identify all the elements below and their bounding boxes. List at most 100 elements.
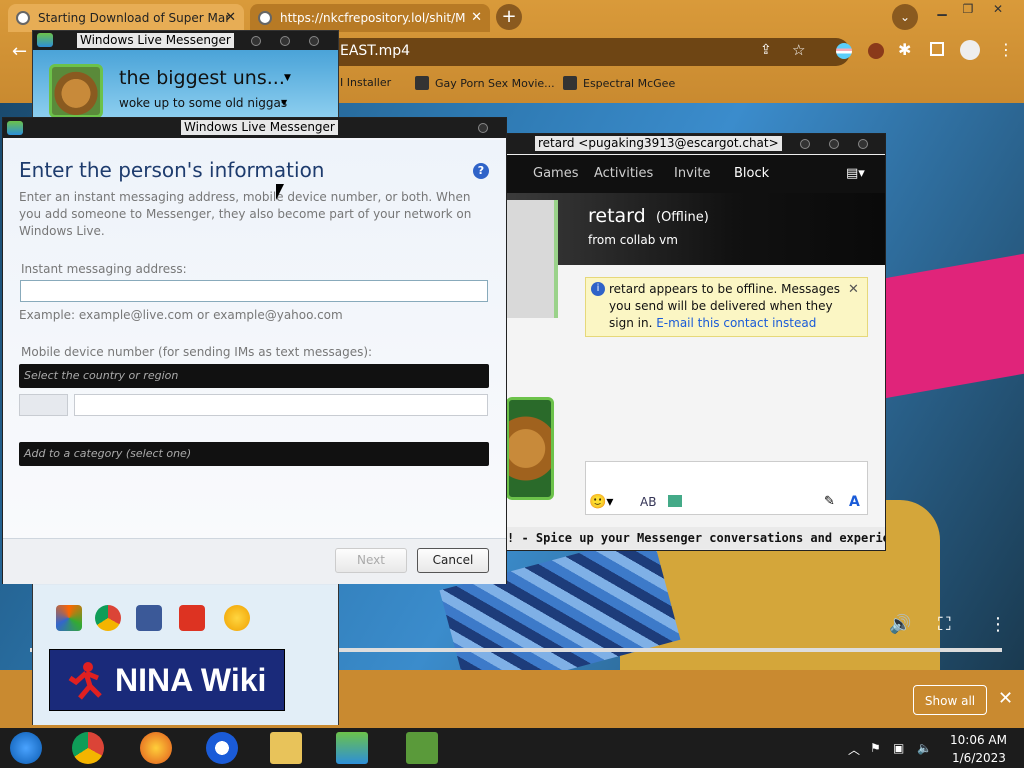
globe-icon	[258, 11, 272, 25]
bookmark-espectral[interactable]: Espectral McGee	[563, 76, 675, 90]
im-address-label: Instant messaging address:	[21, 262, 187, 276]
next-button[interactable]: Next	[335, 548, 407, 573]
display-picture[interactable]	[49, 64, 103, 118]
extensions-icon[interactable]: ✱	[898, 40, 911, 59]
clock-date[interactable]: 1/6/2023	[952, 751, 1006, 765]
offline-notice-text: retard appears to be offline. Messages y…	[609, 281, 859, 332]
status-dropdown-icon[interactable]: ▼	[284, 73, 291, 83]
sun-icon[interactable]	[224, 605, 250, 631]
tab-repository[interactable]: https://nkcfrepository.lol/shit/M ✕	[250, 4, 490, 32]
contact-header	[507, 193, 885, 265]
cancel-button[interactable]: Cancel	[417, 548, 489, 573]
country-code-field[interactable]	[19, 394, 68, 416]
close-icon[interactable]	[858, 139, 868, 149]
country-select-text: Select the country or region	[24, 369, 179, 382]
help-icon[interactable]: ?	[473, 163, 489, 179]
chat-menu-icon[interactable]: ▤▾	[846, 166, 865, 181]
globe-icon	[16, 11, 30, 25]
tab-download[interactable]: Starting Download of Super Mar ✕	[8, 4, 244, 32]
tab-label: https://nkcfrepository.lol/shit/M	[280, 11, 466, 25]
maximize-icon[interactable]	[280, 36, 290, 46]
contact-status: (Offline)	[656, 210, 709, 225]
tab-invite[interactable]: Invite	[674, 166, 710, 181]
close-icon[interactable]	[478, 123, 488, 133]
clock-time[interactable]: 10:06 AM	[950, 733, 1007, 747]
firefox-taskbar-icon[interactable]	[140, 732, 172, 764]
country-select[interactable]: Select the country or region	[19, 364, 489, 388]
close-window-icon[interactable]: ✕	[984, 2, 1012, 18]
messenger-logo-icon	[7, 121, 23, 135]
profile-icon[interactable]	[960, 40, 980, 60]
own-picture[interactable]	[506, 397, 554, 500]
text-format-icon[interactable]: A	[849, 494, 860, 510]
nina-wiki-logo-text: NINA Wiki	[115, 662, 267, 698]
dialog-description: Enter an instant messaging address, mobi…	[19, 190, 472, 238]
extension-avatar-icon[interactable]	[868, 43, 884, 59]
bookmark-installer[interactable]: I Installer	[340, 76, 391, 89]
category-select-text: Add to a category (select one)	[24, 447, 192, 460]
new-tab-button[interactable]: +	[496, 4, 522, 30]
maximize-icon[interactable]	[829, 139, 839, 149]
dialog-heading: Enter the person's information	[19, 158, 325, 182]
speaker-icon[interactable]: 🔈	[917, 741, 932, 755]
display-name[interactable]: the biggest uns...	[119, 67, 285, 89]
minimize-icon[interactable]	[251, 36, 261, 46]
tab-search-icon[interactable]: ⌄	[892, 4, 918, 30]
bookmark-icon	[563, 76, 577, 90]
fullscreen-icon[interactable]: ⛶	[938, 614, 951, 635]
aim-running-man-icon	[68, 662, 102, 700]
volume-icon[interactable]: 🔊	[889, 614, 911, 635]
tab-activities[interactable]: Activities	[594, 166, 653, 181]
video-menu-icon[interactable]: ⋮	[989, 614, 1007, 635]
minimize-icon[interactable]	[800, 139, 810, 149]
chat-window-title: retard <pugaking3913@escargot.chat>	[535, 136, 782, 151]
minimize-icon[interactable]: ▁	[928, 2, 956, 18]
im-address-input[interactable]	[20, 280, 488, 302]
star-icon[interactable]: ☆	[792, 41, 805, 59]
back-icon[interactable]: ←	[12, 41, 27, 62]
app-taskbar-icon[interactable]	[406, 732, 438, 764]
handwriting-icon[interactable]: ✎	[824, 494, 835, 509]
bookmark-movie[interactable]: Gay Porn Sex Movie...	[415, 76, 555, 90]
tab-block[interactable]: Block	[734, 166, 769, 181]
chrome-icon[interactable]	[95, 605, 121, 631]
emoticon-icon[interactable]: 🙂▾	[589, 494, 613, 510]
share-icon[interactable]: ⇪	[760, 42, 772, 58]
close-tab-icon[interactable]: ✕	[225, 10, 236, 25]
butterfly-icon[interactable]	[56, 605, 82, 631]
flag-icon[interactable]: ⚑	[870, 741, 881, 755]
youtube-icon[interactable]	[179, 605, 205, 631]
start-button[interactable]	[10, 732, 42, 764]
show-all-button[interactable]: Show all	[913, 685, 987, 715]
restore-icon[interactable]: ❐	[954, 2, 982, 18]
contact-picture[interactable]	[506, 200, 558, 318]
font-icon[interactable]: AB	[640, 495, 656, 509]
facebook-icon[interactable]	[136, 605, 162, 631]
close-icon[interactable]	[309, 36, 319, 46]
email-contact-link[interactable]: E-mail this contact instead	[656, 316, 816, 330]
category-select[interactable]: Add to a category (select one)	[19, 442, 489, 466]
tab-label: Starting Download of Super Mar	[38, 11, 231, 25]
explorer-taskbar-icon[interactable]	[270, 732, 302, 764]
menu-icon[interactable]: ⋮	[998, 40, 1014, 59]
sidepanel-icon[interactable]	[930, 42, 944, 56]
extension-flag-icon[interactable]	[836, 43, 852, 59]
personal-message[interactable]: woke up to some old niggas	[119, 96, 287, 110]
messenger-taskbar-icon[interactable]	[336, 732, 368, 764]
close-tab-icon[interactable]: ✕	[471, 10, 482, 25]
tray-chevron-icon[interactable]: ︿	[848, 741, 860, 758]
chrome-taskbar-icon[interactable]	[72, 732, 104, 764]
close-notice-icon[interactable]: ✕	[848, 282, 859, 297]
address-bar[interactable]: EAST.mp4 ⇪ ☆	[260, 38, 850, 66]
close-downloads-icon[interactable]: ✕	[998, 688, 1013, 709]
obama-taskbar-icon[interactable]	[206, 732, 238, 764]
wink-icon[interactable]	[668, 495, 682, 507]
network-icon[interactable]: ▣	[893, 741, 904, 755]
bookmark-icon	[415, 76, 429, 90]
message-dropdown-icon[interactable]: ▼	[281, 98, 287, 107]
messenger-logo-icon	[37, 33, 53, 47]
ad-ticker[interactable]: ! - Spice up your Messenger conversation…	[507, 527, 885, 549]
example-text: Example: example@live.com or example@yah…	[19, 308, 343, 322]
tab-games[interactable]: Games	[533, 166, 578, 181]
phone-number-input[interactable]	[74, 394, 488, 416]
